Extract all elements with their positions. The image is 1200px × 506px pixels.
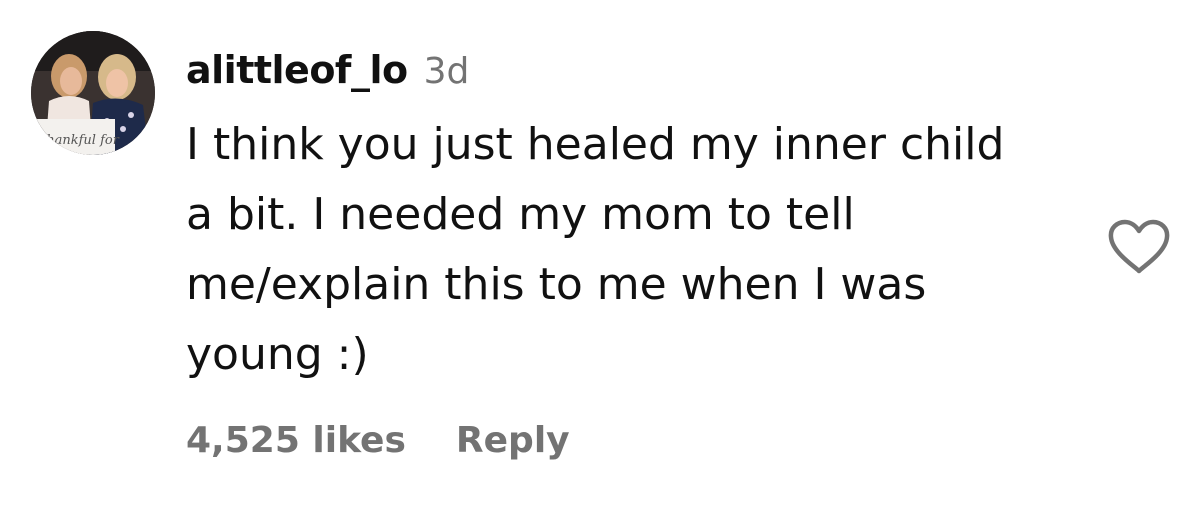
comment-text-line: me/explain this to me when I was <box>186 259 927 310</box>
username-link[interactable]: alittleof_lo <box>186 48 408 92</box>
comment-text-line: I think you just healed my inner child <box>186 119 1005 170</box>
comment: thankful for alittleof_lo 3d I think you… <box>0 0 1200 506</box>
comment-timestamp[interactable]: 3d <box>424 51 470 92</box>
avatar-photo: thankful for <box>31 31 155 155</box>
comment-actions: 4,525 likes Reply <box>186 420 570 461</box>
reply-button[interactable]: Reply <box>456 420 570 461</box>
avatar[interactable]: thankful for <box>31 31 155 155</box>
likes-count[interactable]: 4,525 likes <box>186 420 406 461</box>
comment-text-line: a bit. I needed my mom to tell <box>186 189 855 240</box>
heart-outline-icon[interactable] <box>1106 218 1172 276</box>
comment-text: I think you just healed my inner child a… <box>186 110 1086 390</box>
comment-text-line: young :) <box>186 329 369 380</box>
comment-header: alittleof_lo 3d <box>186 48 469 104</box>
avatar-sign-text: thankful for <box>41 133 120 148</box>
